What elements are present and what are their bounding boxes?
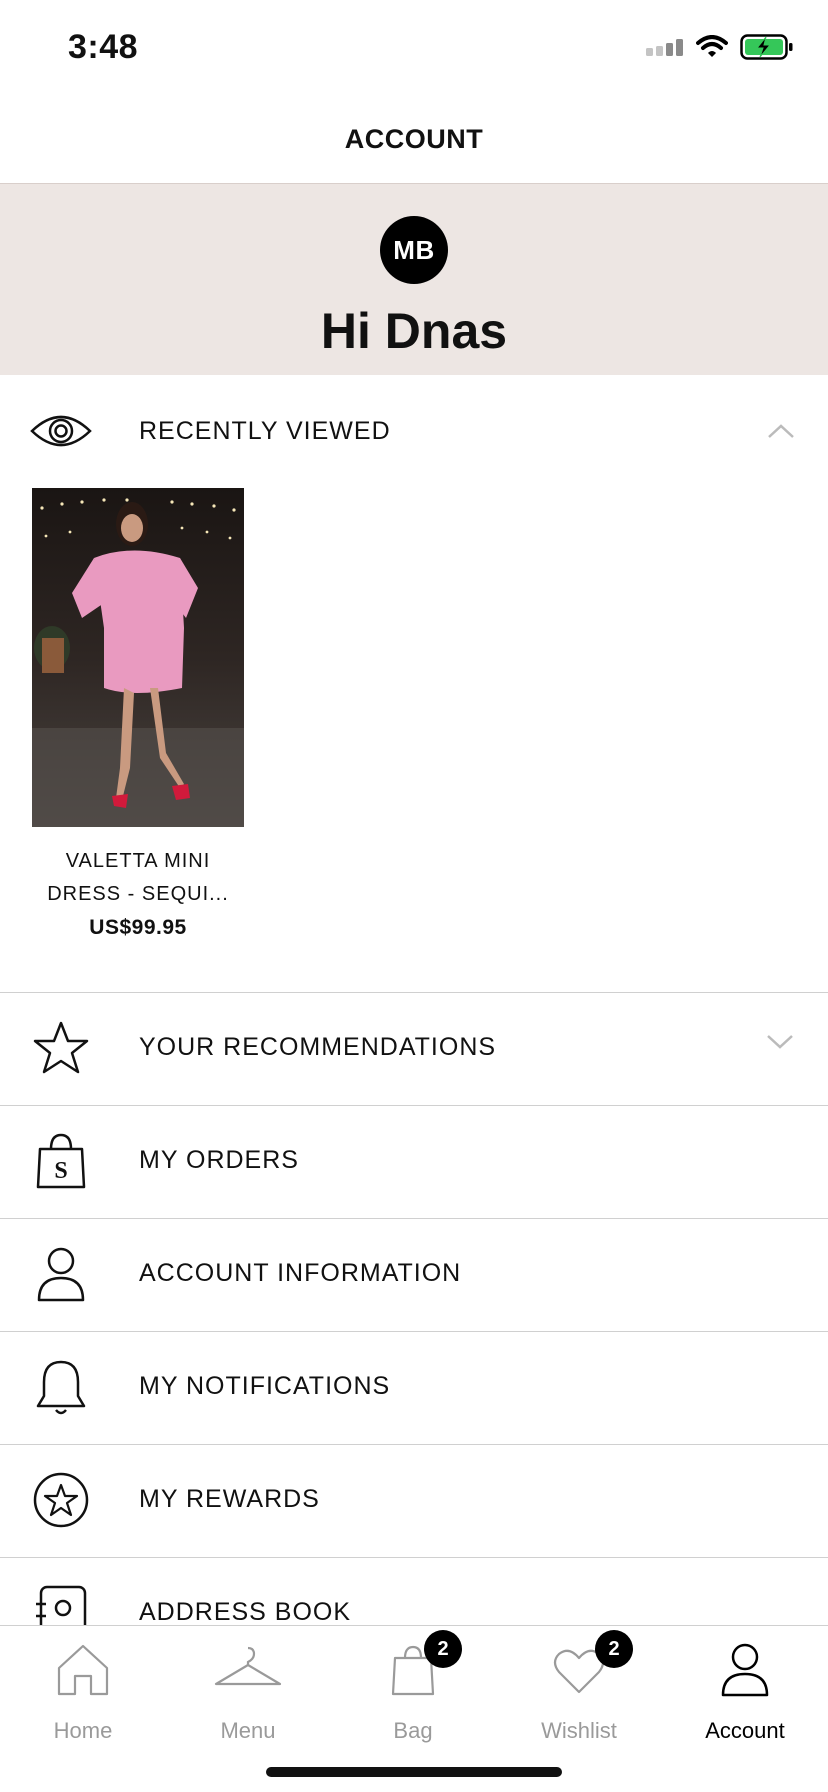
chevron-up-icon[interactable]: [766, 416, 796, 446]
home-icon: [57, 1644, 109, 1696]
shopping-bag-icon: S: [30, 1130, 92, 1192]
eye-icon: [30, 400, 92, 462]
menu-row-account-information[interactable]: ACCOUNT INFORMATION: [0, 1218, 828, 1331]
product-price: US$99.95: [89, 916, 187, 939]
recently-viewed-label: RECENTLY VIEWED: [139, 416, 391, 445]
tab-wishlist-label: Wishlist: [541, 1718, 617, 1743]
tab-bag-label: Bag: [393, 1718, 433, 1743]
tab-account[interactable]: Account: [662, 1636, 828, 1746]
tab-account-label: Account: [705, 1718, 785, 1743]
avatar[interactable]: MB: [380, 216, 448, 284]
cellular-signal-icon: [646, 39, 683, 56]
star-badge-icon: [30, 1469, 92, 1531]
menu-row-notifications[interactable]: MY NOTIFICATIONS: [0, 1331, 828, 1444]
home-indicator[interactable]: [266, 1767, 562, 1777]
nav-header: ACCOUNT: [0, 96, 828, 184]
greeting-panel: MB Hi Dnas: [0, 184, 828, 375]
product-card[interactable]: VALETTA MINI DRESS - SEQUI... US$99.95: [32, 488, 244, 940]
product-name-line1: VALETTA MINI: [65, 850, 211, 872]
tab-bag[interactable]: 2 Bag: [330, 1630, 496, 1746]
bell-icon: [30, 1356, 92, 1418]
tab-wishlist[interactable]: 2 Wishlist: [496, 1630, 662, 1746]
account-icon: [721, 1643, 769, 1697]
menu-label-notifications: MY NOTIFICATIONS: [139, 1372, 391, 1400]
menu-label-account-information: ACCOUNT INFORMATION: [139, 1259, 462, 1287]
page-title: ACCOUNT: [344, 124, 484, 154]
product-image[interactable]: [32, 488, 244, 827]
user-icon: [30, 1243, 92, 1305]
tab-menu-label: Menu: [220, 1718, 276, 1743]
status-time: 3:48: [68, 28, 139, 66]
menu-label-rewards: MY REWARDS: [139, 1485, 320, 1513]
menu-row-recommendations[interactable]: YOUR RECOMMENDATIONS: [0, 992, 828, 1105]
recently-viewed-header[interactable]: RECENTLY VIEWED: [0, 375, 828, 487]
menu-row-orders[interactable]: S MY ORDERS: [0, 1105, 828, 1218]
bag-count-badge: 2: [424, 1630, 462, 1668]
tab-home-label: Home: [53, 1718, 113, 1743]
tab-home[interactable]: Home: [0, 1636, 166, 1746]
menu-row-rewards[interactable]: MY REWARDS: [0, 1444, 828, 1557]
product-name[interactable]: VALETTA MINI DRESS - SEQUI...: [32, 845, 244, 911]
wishlist-count-badge: 2: [595, 1630, 633, 1668]
menu-label-orders: MY ORDERS: [139, 1146, 299, 1174]
battery-charging-icon: [740, 34, 793, 60]
menu-label-recommendations: YOUR RECOMMENDATIONS: [139, 1033, 497, 1061]
wifi-icon: [696, 35, 728, 57]
greeting-text: Hi Dnas: [320, 303, 508, 359]
chevron-down-icon[interactable]: [766, 1033, 796, 1063]
status-icons: [646, 34, 794, 60]
product-name-line2: DRESS - SEQUI...: [47, 883, 229, 905]
tab-bar: Home Menu 2 Bag 2 Wishlist Account: [0, 1625, 828, 1792]
star-icon: [30, 1017, 92, 1079]
svg-text:S: S: [54, 1158, 67, 1184]
status-bar: 3:48: [0, 0, 828, 96]
tab-menu[interactable]: Menu: [165, 1636, 331, 1746]
hanger-icon: [214, 1646, 282, 1686]
menu-label-address-book: ADDRESS BOOK: [139, 1598, 352, 1626]
